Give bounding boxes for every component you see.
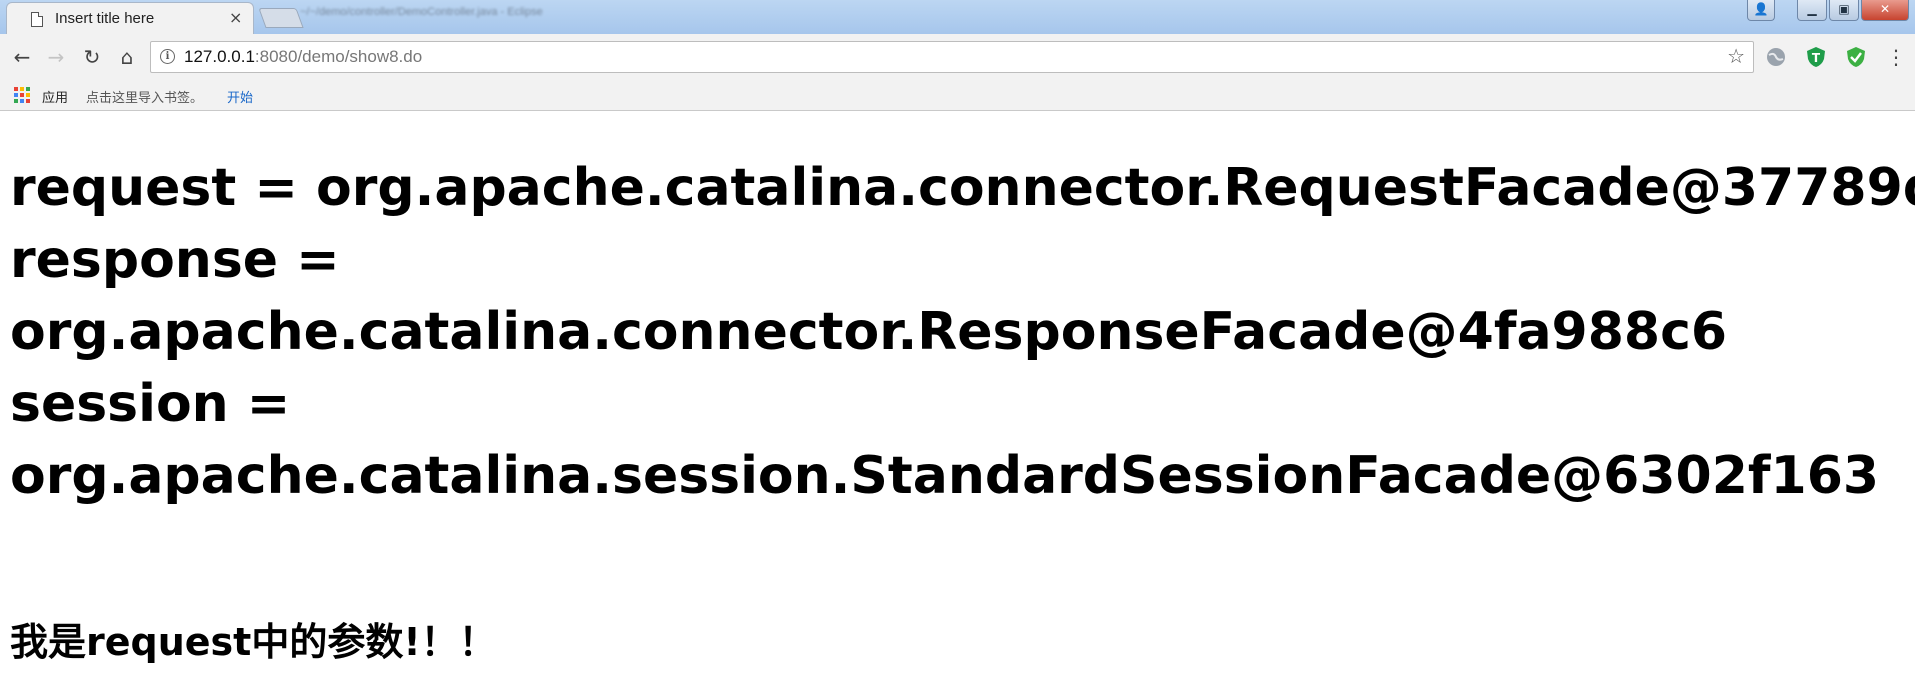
apps-grid-dot bbox=[14, 87, 18, 91]
page-content: request = org.apache.catalina.connector.… bbox=[10, 152, 1915, 512]
address-bar[interactable]: i 127.0.0.1:8080/demo/show8.do ☆ bbox=[150, 41, 1754, 73]
window-title: ~/~/demo/controller/DemoController.java … bbox=[300, 6, 543, 18]
apps-grid-dot bbox=[26, 93, 30, 97]
browser-menu-icon[interactable]: ⋮ bbox=[1882, 43, 1910, 71]
globe-extension-icon[interactable] bbox=[1765, 46, 1787, 68]
tab-active[interactable]: Insert title here × bbox=[6, 2, 254, 35]
user-profile-icon[interactable]: 👤 bbox=[1747, 0, 1775, 21]
close-window-button[interactable]: ✕ bbox=[1861, 0, 1909, 21]
navigation-toolbar: ← → ↻ ⌂ i 127.0.0.1:8080/demo/show8.do ☆… bbox=[0, 34, 1915, 84]
apps-grid-dot bbox=[26, 87, 30, 91]
browser-window: Insert title here × ~/~/demo/controller/… bbox=[0, 0, 1915, 689]
url-host: 127.0.0.1 bbox=[184, 47, 255, 66]
bookmark-star-icon[interactable]: ☆ bbox=[1727, 44, 1745, 68]
forward-button[interactable]: → bbox=[42, 43, 70, 71]
apps-grid-dot bbox=[14, 93, 18, 97]
request-parameter-message: 我是request中的参数!！！ bbox=[10, 620, 497, 664]
tab-title: Insert title here bbox=[55, 10, 155, 27]
new-tab-button[interactable] bbox=[258, 8, 304, 28]
session-value-line: org.apache.catalina.session.StandardSess… bbox=[10, 446, 1880, 506]
green-t-extension-icon[interactable]: T bbox=[1805, 46, 1827, 68]
window-controls: 👤 ▁ ▣ ✕ bbox=[1747, 0, 1909, 22]
document-icon bbox=[31, 12, 43, 27]
apps-grid-dot bbox=[20, 87, 24, 91]
shield-check-extension-icon[interactable] bbox=[1845, 46, 1867, 68]
title-bar: Insert title here × ~/~/demo/controller/… bbox=[0, 0, 1915, 35]
apps-grid-dot bbox=[14, 99, 18, 103]
bookmarks-bar: 应用 点击这里导入书签。 开始 bbox=[0, 84, 1915, 111]
minimize-button[interactable]: ▁ bbox=[1797, 0, 1827, 21]
bookmark-start-link[interactable]: 开始 bbox=[227, 87, 253, 106]
apps-grid-icon[interactable] bbox=[14, 87, 30, 103]
session-label-line: session = bbox=[10, 374, 291, 434]
home-button[interactable]: ⌂ bbox=[113, 43, 141, 71]
tab-close-icon[interactable]: × bbox=[229, 8, 242, 28]
info-icon[interactable]: i bbox=[160, 49, 175, 64]
bookmark-apps[interactable]: 应用 bbox=[42, 87, 68, 106]
apps-grid-dot bbox=[20, 93, 24, 97]
bookmark-import-hint: 点击这里导入书签。 bbox=[86, 91, 204, 106]
apps-grid-dot bbox=[26, 99, 30, 103]
response-value-line: org.apache.catalina.connector.ResponseFa… bbox=[10, 302, 1728, 362]
reload-button[interactable]: ↻ bbox=[78, 43, 106, 71]
apps-grid-dot bbox=[20, 99, 24, 103]
url-text[interactable]: 127.0.0.1:8080/demo/show8.do bbox=[184, 47, 422, 67]
back-button[interactable]: ← bbox=[8, 43, 36, 71]
url-path: :8080/demo/show8.do bbox=[254, 47, 423, 66]
svg-text:T: T bbox=[1812, 51, 1821, 65]
response-label-line: response = bbox=[10, 230, 340, 290]
request-line: request = org.apache.catalina.connector.… bbox=[10, 158, 1915, 218]
restore-button[interactable]: ▣ bbox=[1829, 0, 1859, 21]
